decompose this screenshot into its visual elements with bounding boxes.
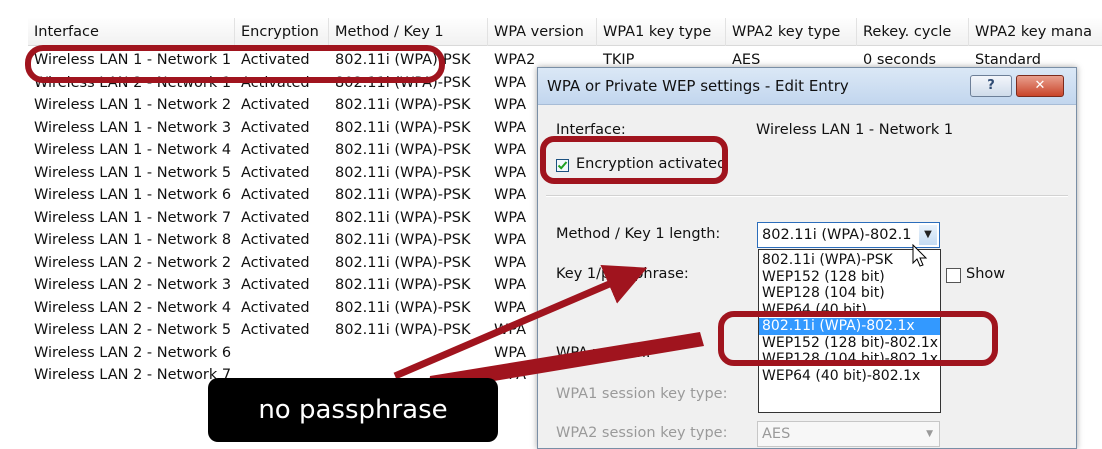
table-cell: Wireless LAN 1 - Network 5: [34, 164, 232, 181]
table-cell: Wireless LAN 2 - Network 4: [34, 299, 232, 316]
table-cell: Wireless LAN 2 - Network 2: [34, 254, 232, 271]
column-header-wpa2-key-management[interactable]: WPA2 key mana: [969, 18, 1102, 46]
table-cell: Wireless LAN 2 - Network 6: [34, 344, 232, 361]
table-cell: Activated: [241, 254, 310, 271]
dialog-title: WPA or Private WEP settings - Edit Entry: [547, 77, 849, 95]
method-option[interactable]: WEP64 (40 bit)-802.1x: [759, 368, 940, 385]
show-checkbox[interactable]: [946, 268, 961, 283]
table-cell: Wireless LAN 1 - Network 8: [34, 232, 232, 248]
table-cell: 802.11i (WPA)-PSK: [335, 277, 471, 293]
dialog-titlebar[interactable]: WPA or Private WEP settings - Edit Entry…: [538, 68, 1076, 105]
table-cell: Activated: [241, 209, 310, 226]
table-cell: Wireless LAN 2 - Network 5: [34, 322, 232, 338]
table-cell: 802.11i (WPA)-PSK: [335, 164, 471, 181]
column-header-wpa-version[interactable]: WPA version: [488, 18, 597, 46]
help-button[interactable]: ?: [970, 75, 1012, 97]
column-header-encryption[interactable]: Encryption: [235, 18, 329, 46]
table-cell: Activated: [241, 142, 310, 158]
highlight-ring-encryption: [540, 136, 728, 184]
screenshot-frame: Interface Encryption Method / Key 1 WPA …: [0, 0, 1102, 449]
table-cell: 802.11i (WPA)-PSK: [335, 97, 471, 113]
table-cell: 802.11i (WPA)-PSK: [335, 187, 471, 203]
highlight-ring-first-row: [25, 45, 445, 83]
table-cell: Wireless LAN 1 - Network 3: [34, 119, 232, 136]
table-cell: 802.11i (WPA)-PSK: [335, 254, 471, 271]
table-cell: Activated: [241, 119, 310, 136]
method-option[interactable]: WEP152 (128 bit): [759, 269, 940, 286]
table-cell: Activated: [241, 187, 310, 203]
table-cell: Activated: [241, 299, 310, 316]
table-cell: 802.11i (WPA)-PSK: [335, 142, 471, 158]
chevron-down-icon: ▼: [919, 225, 937, 245]
edit-entry-dialog: WPA or Private WEP settings - Edit Entry…: [537, 67, 1077, 449]
wpa2-session-key-label: WPA2 session key type:: [556, 425, 728, 441]
annotation-callout: no passphrase: [208, 378, 498, 442]
table-cell: Activated: [241, 164, 310, 181]
table-cell: 802.11i (WPA)-PSK: [335, 209, 471, 226]
table-cell: Wireless LAN 1 - Network 6: [34, 187, 232, 203]
column-header-rekey-cycle[interactable]: Rekey. cycle: [857, 18, 969, 46]
table-cell: Activated: [241, 277, 310, 293]
table-cell: 802.11i (WPA)-PSK: [335, 322, 471, 338]
key-label: Key 1/passphrase:: [556, 266, 689, 282]
column-header-wpa2-key-type[interactable]: WPA2 key type: [726, 18, 857, 46]
table-cell: Activated: [241, 232, 310, 248]
table-cell: [235, 342, 329, 364]
wpa1-session-key-label: WPA1 session key type:: [556, 386, 728, 402]
column-header-interface[interactable]: Interface: [28, 18, 235, 46]
method-option[interactable]: WEP128 (104 bit): [759, 285, 940, 302]
highlight-ring-8021x-option: [718, 311, 998, 366]
interface-value: Wireless LAN 1 - Network 1: [756, 122, 954, 138]
table-cell: Wireless LAN 2 - Network 3: [34, 277, 232, 293]
table-cell: 802.11i (WPA)-PSK: [335, 119, 471, 136]
table-cell: Wireless LAN 2 - Network 7: [34, 367, 232, 383]
wpa-version-label: WPA version:: [556, 345, 651, 361]
column-header-method[interactable]: Method / Key 1: [329, 18, 488, 46]
wpa2-session-key-select[interactable]: AES ▼: [757, 421, 940, 447]
table-cell: Activated: [241, 97, 310, 113]
table-cell: Wireless LAN 1 - Network 4: [34, 142, 232, 158]
show-label: Show: [966, 266, 1006, 282]
method-select-value: 802.11i (WPA)-802.1x: [762, 227, 912, 243]
table-cell: Wireless LAN 1 - Network 7: [34, 209, 232, 226]
table-cell: 802.11i (WPA)-PSK: [335, 299, 471, 316]
mouse-cursor-icon: [912, 244, 928, 267]
table-cell: Activated: [241, 322, 310, 338]
close-icon: ✕: [1034, 78, 1046, 93]
table-cell: [329, 342, 488, 364]
column-header-wpa1-key-type[interactable]: WPA1 key type: [597, 18, 726, 46]
table-cell: Wireless LAN 1 - Network 2: [34, 97, 232, 113]
close-button[interactable]: ✕: [1016, 75, 1064, 97]
table-cell: 802.11i (WPA)-PSK: [335, 232, 471, 248]
method-label: Method / Key 1 length:: [556, 226, 721, 242]
separator: [546, 195, 1068, 197]
